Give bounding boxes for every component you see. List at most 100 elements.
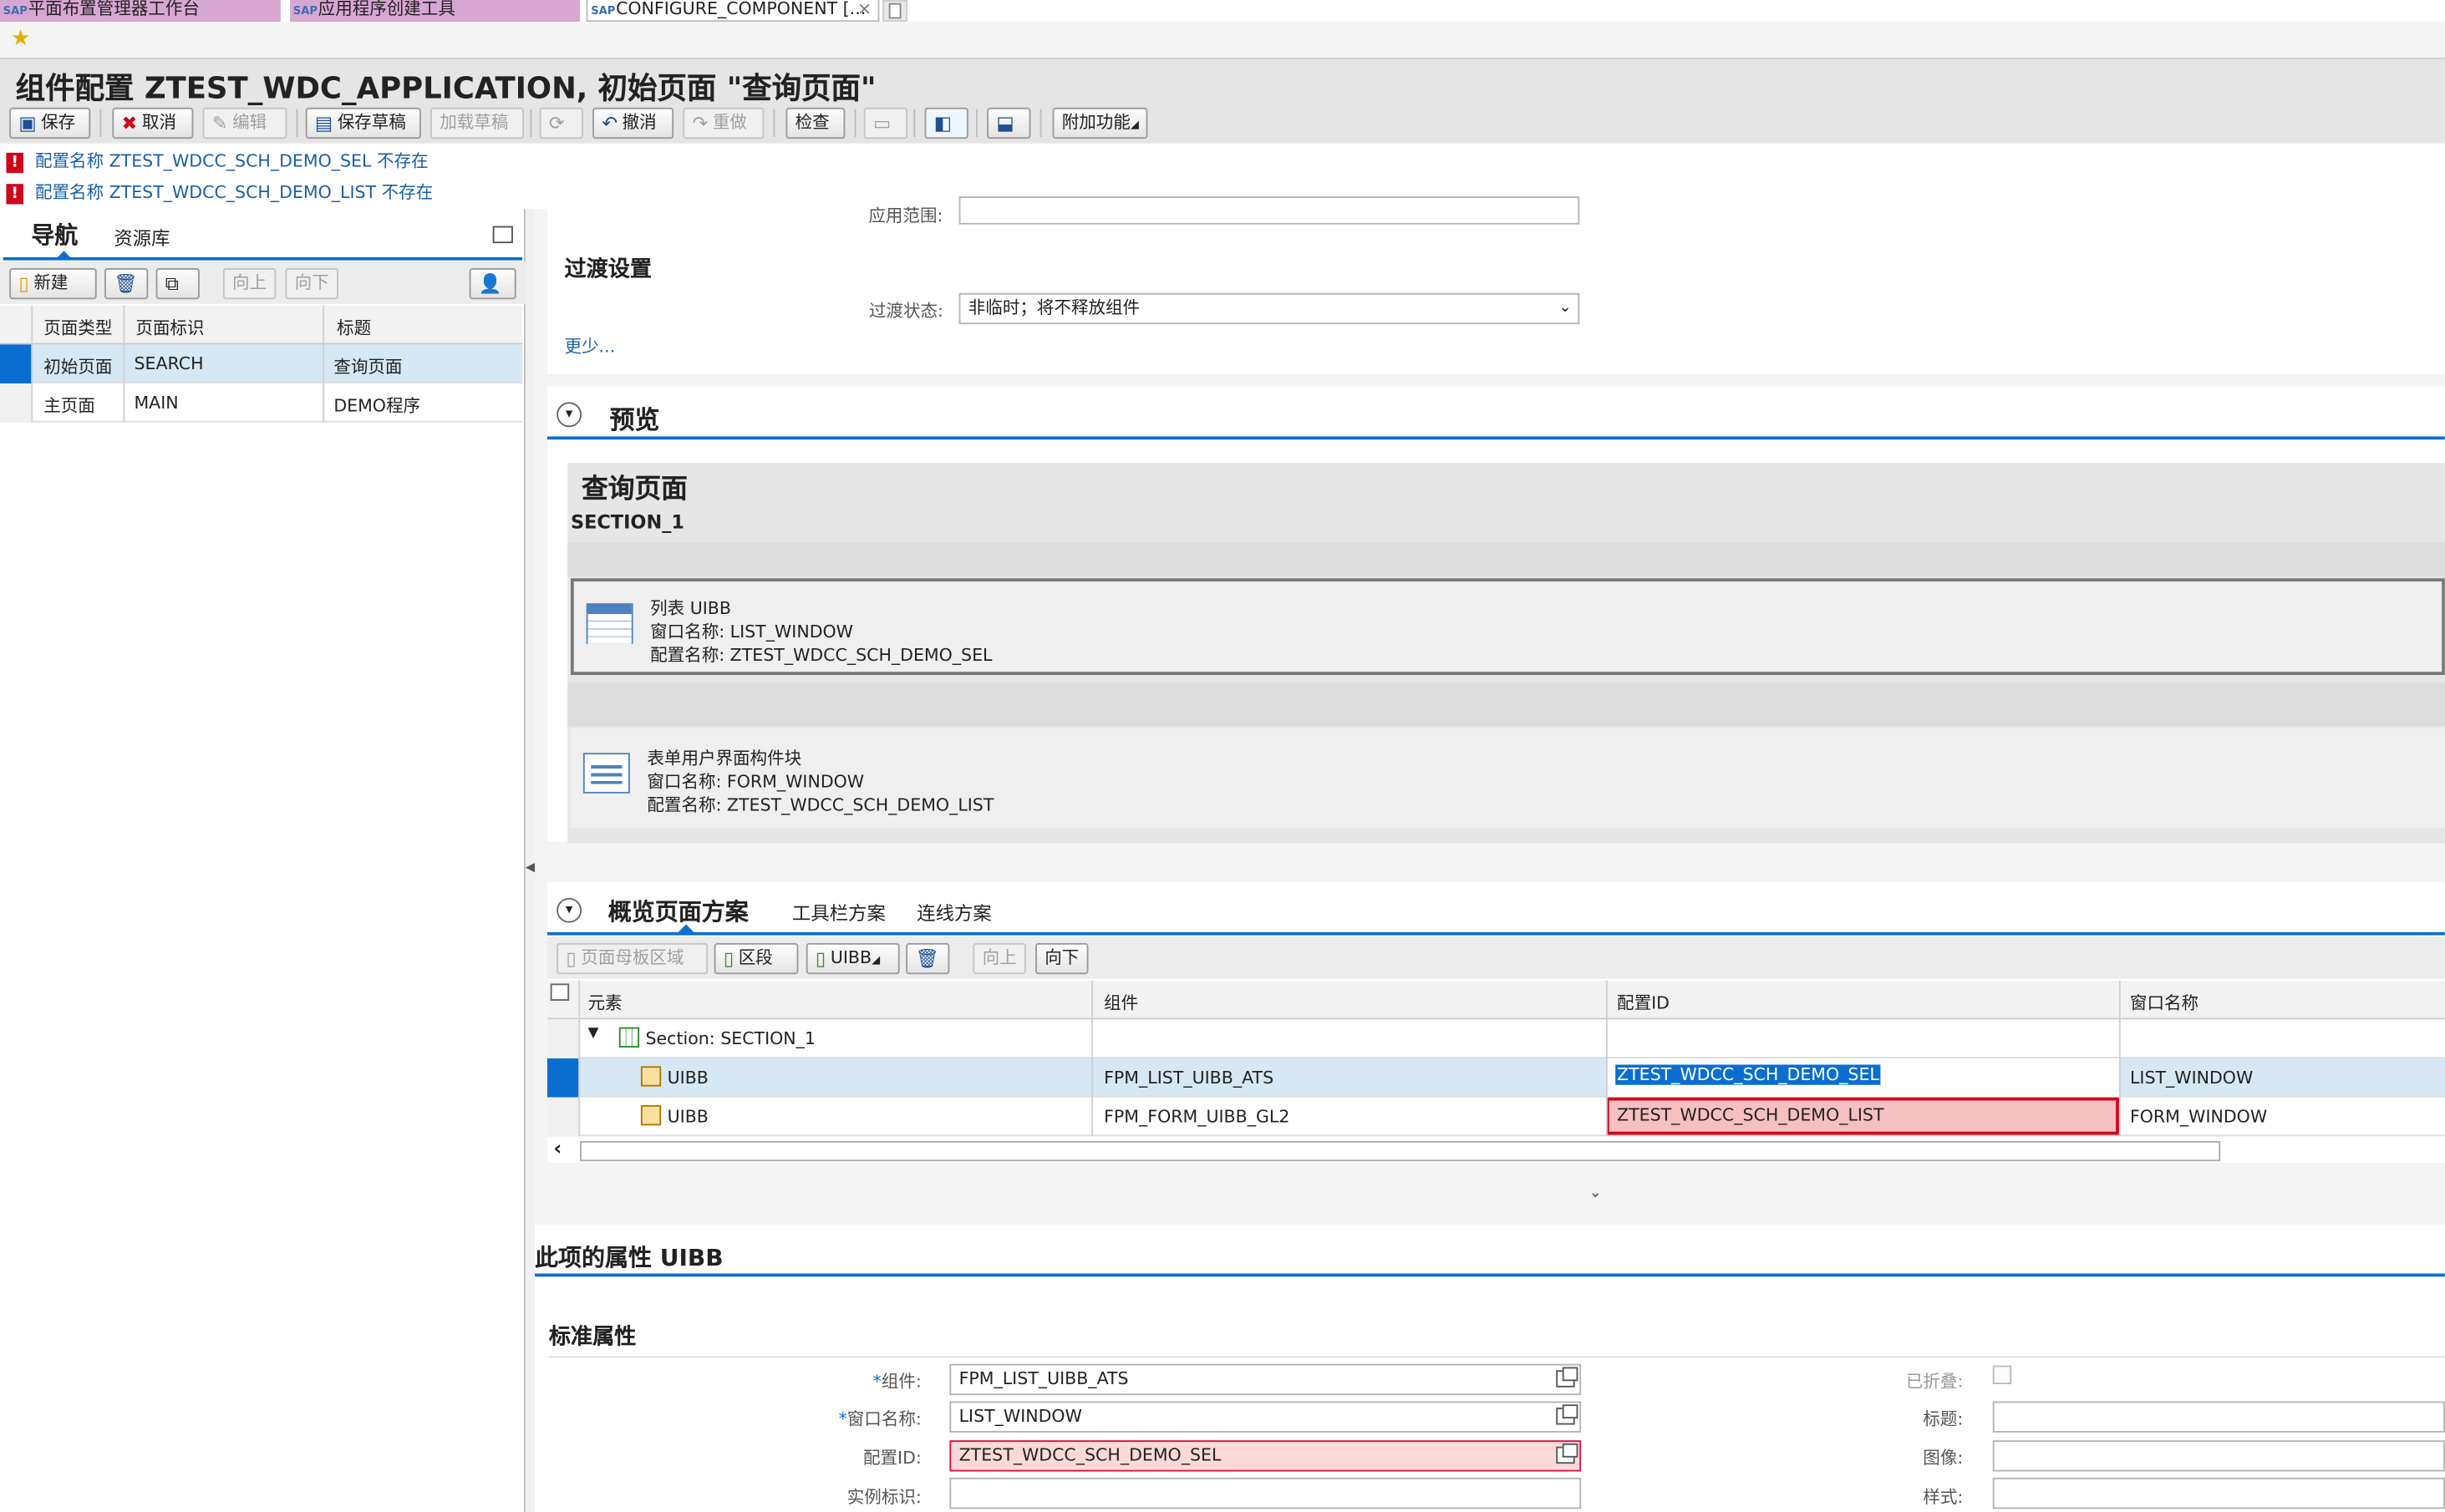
uibb-form-card[interactable]: 表单用户界面构件块 窗口名称: FORM_WINDOW 配置名称: ZTEST_… bbox=[570, 728, 2445, 828]
scope-label: 应用范围: bbox=[868, 205, 943, 226]
additional-functions-button[interactable]: 附加功能◢ bbox=[1052, 107, 1148, 140]
copy-button[interactable]: ⧉ bbox=[155, 267, 200, 300]
save-button[interactable]: ▣ 保存 bbox=[9, 107, 91, 140]
preview-page-title: 查询页面 bbox=[582, 474, 688, 505]
column-header-component[interactable]: 组件 bbox=[1104, 990, 1138, 1015]
config-id-cell[interactable]: ZTEST_WDCC_SCH_DEMO_SEL bbox=[1605, 1058, 2119, 1098]
config-id-field[interactable]: ZTEST_WDCC_SCH_DEMO_SEL bbox=[949, 1440, 1582, 1472]
column-header-page-id[interactable]: 页面标识 bbox=[135, 315, 204, 340]
column-header-page-type[interactable]: 页面类型 bbox=[43, 315, 112, 340]
config-id-cell-error[interactable]: ZTEST_WDCC_SCH_DEMO_LIST bbox=[1605, 1097, 2119, 1135]
column-header-window-name[interactable]: 窗口名称 bbox=[2130, 990, 2198, 1015]
collapse-icon[interactable]: ▾ bbox=[557, 897, 582, 923]
window-name-field[interactable]: LIST_WINDOW bbox=[949, 1401, 1582, 1433]
favorite-star-icon[interactable]: ★ bbox=[11, 27, 30, 52]
move-up-button[interactable]: 向上 bbox=[222, 267, 277, 300]
add-uibb-button[interactable]: ▯ UIBB◢ bbox=[806, 942, 900, 975]
layout-bottom-button[interactable]: ⬓ bbox=[987, 107, 1031, 140]
cell-element: UIBB bbox=[667, 1068, 709, 1088]
value-help-icon[interactable] bbox=[1556, 1404, 1578, 1425]
transition-panel: 应用范围: 过渡设置 过渡状态: 非临时；将不释放组件 ⌄ 更少... bbox=[546, 196, 2445, 374]
transition-status-select[interactable]: 非临时；将不释放组件 ⌄ bbox=[958, 292, 1580, 325]
cell-page-id: MAIN bbox=[134, 393, 179, 414]
layout-top-button[interactable]: ▭ bbox=[863, 107, 908, 140]
delete-button[interactable]: 🗑 bbox=[104, 267, 149, 300]
expand-triangle-icon[interactable]: ▼ bbox=[587, 1026, 598, 1042]
message-error-1[interactable]: ! 配置名称 ZTEST_WDCC_SCH_DEMO_SEL 不存在 bbox=[6, 148, 429, 174]
trash-icon: 🗑 bbox=[114, 272, 138, 295]
table-row[interactable]: ▼ Section: SECTION_1 bbox=[546, 1019, 2445, 1059]
tab-toolbar-schema[interactable]: 工具栏方案 bbox=[792, 900, 886, 926]
instance-id-label: 实例标识: bbox=[846, 1487, 922, 1508]
tab-overview-schema[interactable]: 概览页面方案 bbox=[608, 895, 749, 927]
tab-layout-workbench[interactable]: SAP 平面布置管理器工作台 bbox=[0, 0, 281, 23]
save-draft-button[interactable]: ▤ 保存草稿 bbox=[305, 107, 421, 140]
table-row[interactable]: 初始页面 SEARCH 查询页面 bbox=[0, 344, 523, 384]
undo-button[interactable]: ↶ 撤消 bbox=[592, 107, 674, 140]
move-down-button[interactable]: 向下 bbox=[1035, 942, 1089, 975]
image-field[interactable] bbox=[1992, 1440, 2445, 1472]
tab-navigation[interactable]: 导航 bbox=[31, 218, 78, 251]
transition-status-label: 过渡状态: bbox=[868, 301, 943, 322]
tab-configure-component[interactable]: SAP CONFIGURE_COMPONENT [... × bbox=[586, 0, 880, 23]
new-tab-button[interactable] bbox=[882, 0, 908, 23]
layout-icon: ▭ bbox=[872, 112, 892, 134]
cell-title: DEMO程序 bbox=[333, 395, 421, 417]
show-less-link[interactable]: 更少... bbox=[564, 333, 615, 358]
table-row[interactable]: 主页面 MAIN DEMO程序 bbox=[0, 383, 523, 423]
table-row[interactable]: UIBB FPM_FORM_UIBB_GL2 ZTEST_WDCC_SCH_DE… bbox=[546, 1097, 2445, 1137]
cancel-button[interactable]: ✖ 取消 bbox=[112, 107, 194, 140]
title-field[interactable] bbox=[1992, 1401, 2445, 1433]
panel-splitter[interactable]: ◀ bbox=[525, 209, 536, 1512]
component-field[interactable]: FPM_LIST_UIBB_ATS bbox=[949, 1363, 1582, 1396]
pencil-icon: ✎ bbox=[211, 112, 228, 134]
properties-heading: 此项的属性 UIBB bbox=[535, 1244, 724, 1272]
grid-header: 元素 组件 配置ID 窗口名称 bbox=[546, 980, 2445, 1020]
tab-wiring-schema[interactable]: 连线方案 bbox=[917, 900, 992, 926]
row-selector[interactable] bbox=[546, 1019, 579, 1059]
refresh-button[interactable]: ⟳ bbox=[539, 107, 583, 140]
instance-id-field[interactable] bbox=[949, 1477, 1582, 1509]
add-section-button[interactable]: ▯ 区段 bbox=[714, 942, 799, 975]
move-up-button[interactable]: 向上 bbox=[973, 942, 1026, 975]
uibb-window: 窗口名称: FORM_WINDOW bbox=[647, 771, 865, 792]
user-settings-button[interactable]: 👤 bbox=[469, 267, 516, 300]
style-field[interactable] bbox=[1992, 1477, 2445, 1509]
scroll-left-icon[interactable]: ‹ bbox=[553, 1138, 562, 1161]
column-header-title[interactable]: 标题 bbox=[337, 315, 371, 340]
value-help-icon[interactable] bbox=[1556, 1443, 1578, 1464]
check-button[interactable]: 检查 bbox=[785, 107, 846, 140]
value-help-icon[interactable] bbox=[1556, 1367, 1578, 1388]
move-down-button[interactable]: 向下 bbox=[285, 267, 338, 300]
column-header-config-id[interactable]: 配置ID bbox=[1617, 990, 1670, 1015]
scope-field[interactable] bbox=[958, 196, 1580, 225]
maximize-icon[interactable] bbox=[492, 226, 513, 244]
horizontal-scrollbar[interactable] bbox=[580, 1140, 2221, 1162]
tab-repository[interactable]: 资源库 bbox=[114, 225, 170, 251]
row-selector[interactable] bbox=[546, 1058, 579, 1098]
preview-heading: 预览 bbox=[609, 405, 660, 435]
collapse-icon[interactable]: ▾ bbox=[557, 402, 582, 428]
message-error-2[interactable]: ! 配置名称 ZTEST_WDCC_SCH_DEMO_LIST 不存在 bbox=[6, 180, 433, 205]
table-row[interactable]: UIBB FPM_LIST_UIBB_ATS ZTEST_WDCC_SCH_DE… bbox=[546, 1058, 2445, 1098]
load-draft-button[interactable]: 加载草稿 bbox=[430, 107, 524, 140]
row-selector[interactable] bbox=[0, 383, 32, 423]
row-selector[interactable] bbox=[546, 1097, 579, 1137]
toolbar-separator bbox=[530, 109, 532, 138]
redo-button[interactable]: ↷ 重做 bbox=[683, 107, 765, 140]
tab-app-creation-tool[interactable]: SAP 应用程序创建工具 bbox=[290, 0, 581, 23]
close-icon[interactable]: × bbox=[857, 0, 872, 18]
edit-button[interactable]: ✎ 编辑 bbox=[202, 107, 287, 140]
new-button[interactable]: ▯ 新建 bbox=[9, 267, 97, 300]
table-header: 页面类型 页面标识 标题 bbox=[0, 305, 523, 345]
delete-button[interactable]: 🗑 bbox=[906, 942, 950, 975]
row-selector[interactable] bbox=[0, 344, 32, 384]
splitter-down-icon[interactable]: ⌄ bbox=[1588, 1185, 1602, 1202]
collapsed-checkbox[interactable] bbox=[1992, 1365, 2012, 1385]
uibb-list-card[interactable]: 列表 UIBB 窗口名称: LIST_WINDOW 配置名称: ZTEST_WD… bbox=[570, 578, 2445, 675]
layout-left-button[interactable]: ◧ bbox=[924, 107, 968, 140]
column-settings-icon[interactable] bbox=[550, 983, 570, 1001]
column-header-element[interactable]: 元素 bbox=[587, 990, 622, 1015]
page-master-area-button[interactable]: ▯ 页面母板区域 bbox=[557, 942, 709, 975]
style-label: 样式: bbox=[1923, 1487, 1964, 1508]
